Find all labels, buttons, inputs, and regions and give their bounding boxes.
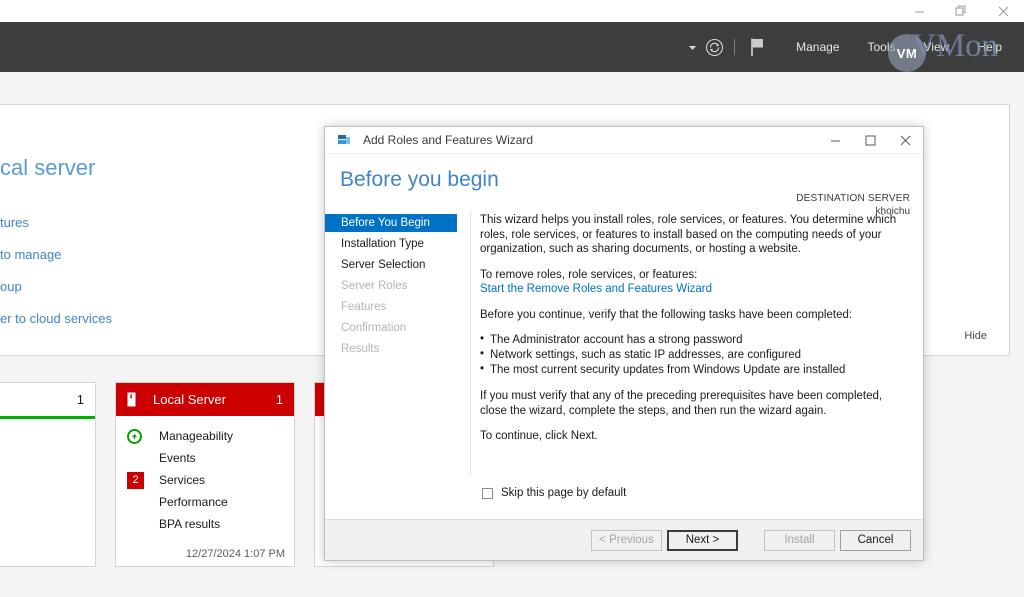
nav-item-confirmation: Confirmation: [325, 319, 457, 337]
nav-item-results: Results: [325, 340, 457, 358]
continue-note: To continue, click Next.: [480, 429, 903, 444]
prerequisite-note: If you must verify that any of the prece…: [480, 389, 903, 418]
tile-header: 1: [0, 383, 95, 416]
add-roles-wizard-dialog: Add Roles and Features Wizard Before you…: [324, 126, 924, 561]
window-titlebar: [0, 0, 1024, 22]
status-up-icon: [127, 429, 142, 444]
tile-row[interactable]: ts: [0, 516, 95, 538]
toolbar-menu: Manage Tools View Help: [782, 22, 1016, 72]
nav-item-server-roles: Server Roles: [325, 277, 457, 295]
tile-row-bpa-results[interactable]: BPA results: [116, 513, 294, 535]
menu-help[interactable]: Help: [963, 22, 1016, 72]
dialog-header: Before you begin DESTINATION SERVER khoi…: [325, 154, 923, 212]
tile-title: Local Server: [153, 392, 276, 407]
page-title: Before you begin: [340, 168, 499, 192]
skip-page-label: Skip this page by default: [501, 487, 626, 499]
intro-paragraph: This wizard helps you install roles, rol…: [480, 213, 903, 257]
server-manager-window: Manage Tools View Help cal server tures …: [0, 0, 1024, 597]
tile-row-manageability[interactable]: Manageability: [116, 425, 294, 447]
menu-view[interactable]: View: [910, 22, 964, 72]
tile-row[interactable]: [0, 450, 95, 472]
chevron-down-icon[interactable]: [683, 22, 701, 72]
list-item: Network settings, such as static IP addr…: [480, 348, 903, 363]
install-button: Install: [764, 530, 835, 551]
quick-link-3[interactable]: oup: [0, 279, 22, 294]
row-label: Services: [159, 473, 205, 487]
toolbar-right-group: Manage Tools View Help: [683, 22, 1024, 72]
server-manager-icon: [325, 133, 357, 147]
prerequisite-list: The Administrator account has a strong p…: [480, 333, 903, 378]
refresh-icon[interactable]: [701, 22, 727, 72]
app-toolbar: Manage Tools View Help: [0, 22, 1024, 72]
destination-server-label: DESTINATION SERVER: [796, 192, 910, 205]
quick-link-4[interactable]: er to cloud services: [0, 311, 112, 326]
nav-item-before-you-begin[interactable]: Before You Begin: [325, 214, 457, 232]
window-close-button[interactable]: [982, 0, 1024, 22]
skip-page-checkbox[interactable]: [482, 488, 493, 499]
row-label: Manageability: [159, 429, 233, 443]
skip-page-checkbox-row[interactable]: Skip this page by default: [482, 487, 626, 499]
tile-count: 1: [77, 392, 84, 407]
dialog-close-button[interactable]: [888, 127, 923, 153]
nav-item-installation-type[interactable]: Installation Type: [325, 235, 457, 253]
status-count-badge: 2: [127, 472, 144, 489]
wizard-body: This wizard helps you install roles, rol…: [471, 211, 923, 475]
role-tile-local-server[interactable]: Local Server 1 Manageability: [115, 382, 295, 567]
server-icon: [127, 392, 145, 407]
tile-row-services[interactable]: 2 Services: [116, 469, 294, 491]
tile-body: Manageability Events 2 Services: [116, 416, 294, 535]
tile-row[interactable]: bility: [0, 428, 95, 450]
tile-count: 1: [276, 392, 283, 407]
welcome-heading: cal server: [0, 155, 95, 181]
menu-tools[interactable]: Tools: [854, 22, 910, 72]
wizard-nav: Before You Begin Installation Type Serve…: [325, 211, 471, 475]
remove-prompt: To remove roles, role services, or featu…: [480, 269, 697, 281]
dialog-footer: < Previous Next > Install Cancel: [325, 519, 923, 560]
quick-link-1[interactable]: tures: [0, 215, 29, 230]
tile-timestamp: 12/27/2024 1:07 PM: [186, 548, 285, 560]
row-label: Performance: [159, 495, 228, 509]
verify-prompt: Before you continue, verify that the fol…: [480, 308, 903, 323]
tile-header: Local Server 1: [116, 383, 294, 416]
cancel-button[interactable]: Cancel: [840, 530, 911, 551]
row-label: BPA results: [159, 517, 220, 531]
remove-section: To remove roles, role services, or featu…: [480, 268, 903, 297]
tile-row[interactable]: [0, 472, 95, 494]
quick-link-2[interactable]: to manage: [0, 247, 61, 262]
tile-body: bility nce: [0, 419, 95, 538]
hide-link[interactable]: Hide: [964, 330, 987, 342]
tile-row[interactable]: nce: [0, 494, 95, 516]
role-tile[interactable]: 1 bility: [0, 382, 96, 567]
row-badge: 2: [127, 472, 149, 489]
dialog-minimize-button[interactable]: [818, 127, 853, 153]
tile-row-events[interactable]: Events: [116, 447, 294, 469]
tile-row-performance[interactable]: Performance: [116, 491, 294, 513]
menu-manage[interactable]: Manage: [782, 22, 853, 72]
flag-icon[interactable]: [742, 22, 774, 72]
nav-item-features: Features: [325, 298, 457, 316]
window-restore-button[interactable]: [940, 0, 982, 22]
next-button[interactable]: Next >: [667, 530, 738, 551]
row-label: Events: [159, 451, 196, 465]
row-badge: [127, 429, 149, 444]
remove-roles-link[interactable]: Start the Remove Roles and Features Wiza…: [480, 282, 903, 297]
toolbar-separator: [734, 39, 735, 55]
dialog-maximize-button[interactable]: [853, 127, 888, 153]
dialog-main: Before You Begin Installation Type Serve…: [325, 211, 923, 475]
list-item: The most current security updates from W…: [480, 363, 903, 378]
previous-button: < Previous: [591, 530, 662, 551]
list-item: The Administrator account has a strong p…: [480, 333, 903, 348]
dialog-title: Add Roles and Features Wizard: [363, 133, 818, 147]
dialog-titlebar: Add Roles and Features Wizard: [325, 127, 923, 154]
nav-item-server-selection[interactable]: Server Selection: [325, 256, 457, 274]
window-minimize-button[interactable]: [898, 0, 940, 22]
